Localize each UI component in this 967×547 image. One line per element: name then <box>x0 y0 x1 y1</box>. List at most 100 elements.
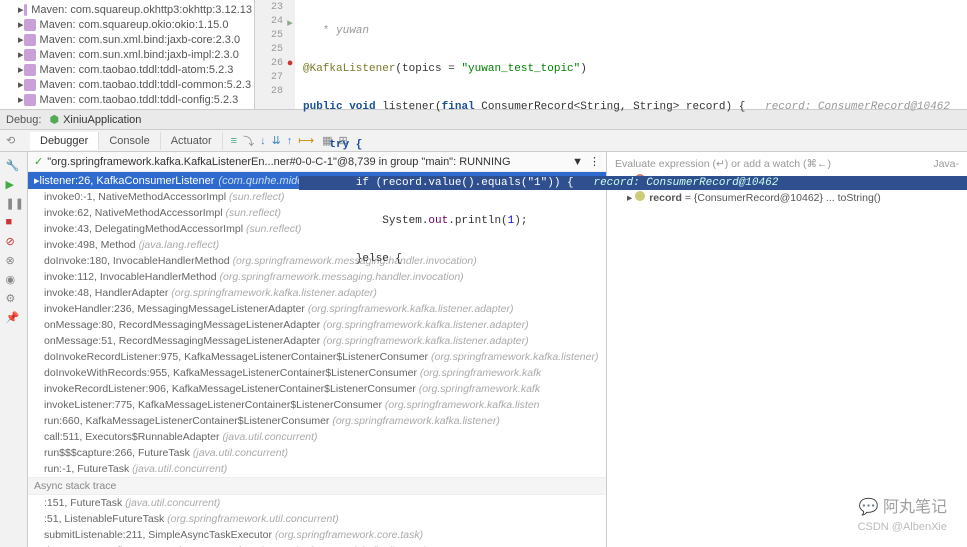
frame-method: doInvokeRecordListener:975, KafkaMessage… <box>44 351 428 363</box>
lib-icon <box>24 49 36 61</box>
mute-breakpoints-icon[interactable]: ⊗ <box>6 254 22 270</box>
line-number: 27 <box>255 72 283 83</box>
stack-frame[interactable]: run:-1, FutureTask (java.util.concurrent… <box>28 461 606 477</box>
frame-package: (sun.reflect) <box>246 223 301 235</box>
stack-frame[interactable]: doInvokeRecordListener:975, KafkaMessage… <box>28 349 606 365</box>
tree-label: Maven: com.squareup.okio:okio:1.15.0 <box>40 19 229 31</box>
frame-method: run$$$capture:266, FutureTask <box>44 447 190 459</box>
watermark: 💬 阿丸笔记 <box>859 493 947 517</box>
stack-frame[interactable]: doStart:252, KafkaMessageListenerContain… <box>28 543 606 547</box>
tree-label: Maven: com.taobao.tddl:tddl-atom:5.2.3 <box>40 64 234 76</box>
stack-frame[interactable]: onMessage:51, RecordMessagingMessageList… <box>28 333 606 349</box>
restore-icon[interactable]: ⟲ <box>6 134 15 147</box>
frame-package: (org.springframework.util.concurrent) <box>167 513 339 525</box>
tree-label: Maven: com.sun.xml.bind:jaxb-impl:2.3.0 <box>40 49 239 61</box>
chevron-right-icon: ▸ <box>18 33 24 46</box>
stop-icon[interactable]: ■ <box>6 216 22 232</box>
frame-package: (org.springframework.kafka.listener) <box>332 415 499 427</box>
frame-package: (org.springframework.kafk <box>419 383 540 395</box>
lib-icon <box>24 34 36 46</box>
watermark-author: CSDN @AlbenXie <box>858 521 947 533</box>
chevron-right-icon: ▸ <box>18 18 24 31</box>
code-hint: record: ConsumerRecord@10462 <box>593 177 778 189</box>
gutter: 23 24 ▸ 25 25 26 ● 27 28 <box>255 0 295 109</box>
step-out-icon[interactable]: ↑ <box>287 135 293 147</box>
lib-icon <box>24 19 36 31</box>
stack-frame[interactable]: :151, FutureTask (java.util.concurrent) <box>28 495 606 511</box>
threads-icon[interactable]: ≡ <box>231 135 237 147</box>
frame-package: (org.springframework.kafk <box>420 367 541 379</box>
frame-package: (org.springframework.kafka.listener.adap… <box>323 335 529 347</box>
code-area[interactable]: * yuwan @KafkaListener(topics = "yuwan_t… <box>299 0 967 290</box>
frame-package: (java.lang.reflect) <box>139 239 220 251</box>
line-number: 25 <box>255 44 283 55</box>
code-hint: record: ConsumerRecord@10462 <box>765 101 950 113</box>
code-text: try { <box>329 139 362 151</box>
frame-method: :151, FutureTask <box>44 497 122 509</box>
tab-debugger[interactable]: Debugger <box>30 132 99 150</box>
stack-frame[interactable]: run$$$capture:266, FutureTask (java.util… <box>28 445 606 461</box>
frame-method: onMessage:51, RecordMessagingMessageList… <box>44 335 320 347</box>
step-into-icon[interactable]: ↓ <box>260 135 266 147</box>
stack-frame[interactable]: invokeHandler:236, MessagingMessageListe… <box>28 301 606 317</box>
project-tree[interactable]: ▸Maven: com.squareup.okhttp3:okhttp:3.12… <box>0 0 255 109</box>
frame-method: invoke:498, Method <box>44 239 136 251</box>
line-number: 25 <box>255 30 283 41</box>
tree-label: Maven: com.taobao.tddl:tddl-common:5.2.3 <box>40 79 252 91</box>
frame-package: (java.util.concurrent) <box>222 431 317 443</box>
line-number: 26 <box>255 58 283 69</box>
lib-icon <box>24 4 28 16</box>
check-icon: ✓ <box>34 155 43 168</box>
stack-frame[interactable]: call:511, Executors$RunnableAdapter (jav… <box>28 429 606 445</box>
tree-item[interactable]: ▸Maven: com.taobao.tddl:tddl-config:5.2.… <box>0 92 254 107</box>
wrench-icon[interactable]: 🔧 <box>6 159 22 175</box>
tree-item[interactable]: ▸ Maven: com.squareup.okio:okio:1.15.0 <box>0 17 254 32</box>
frame-method: call:511, Executors$RunnableAdapter <box>44 431 220 443</box>
tree-item[interactable]: ▸Maven: com.taobao.tddl:tddl-atom:5.2.3 <box>0 62 254 77</box>
line-number: 23 <box>255 2 283 13</box>
pause-icon[interactable]: ❚❚ <box>6 197 22 213</box>
stack-frame[interactable]: run:660, KafkaMessageListenerContainer$L… <box>28 413 606 429</box>
chevron-right-icon: ▸ <box>18 78 24 91</box>
async-separator: Async stack trace <box>28 477 606 495</box>
execution-line: if (record.value().equals("1")) { record… <box>299 176 967 190</box>
stack-frame[interactable]: doInvokeWithRecords:955, KafkaMessageLis… <box>28 365 606 381</box>
tree-item[interactable]: ▸Maven: com.squareup.okhttp3:okhttp:3.12… <box>0 2 254 17</box>
step-over-icon[interactable]: ⤵ <box>243 133 254 149</box>
frame-package: (java.util.concurrent) <box>193 447 288 459</box>
frame-method: doInvokeWithRecords:955, KafkaMessageLis… <box>44 367 417 379</box>
line-number: 28 <box>255 86 283 97</box>
frame-package: (java.util.concurrent) <box>125 497 220 509</box>
debug-left-gutter: 🔧 ▶ ❚❚ ■ ⊘ ⊗ ◉ ⚙ 📌 <box>0 152 28 547</box>
frame-method: invoke:43, DelegatingMethodAccessorImpl <box>44 223 243 235</box>
camera-icon[interactable]: ◉ <box>6 273 22 289</box>
frame-method: invoke0:-1, NativeMethodAccessorImpl <box>44 191 226 203</box>
stack-frame[interactable]: invokeListener:775, KafkaMessageListener… <box>28 397 606 413</box>
tree-item[interactable]: ▸Maven: com.sun.xml.bind:jaxb-core:2.3.0 <box>0 32 254 47</box>
chevron-right-icon: ▸ <box>18 93 24 106</box>
stack-frame[interactable]: :51, ListenableFutureTask (org.springfra… <box>28 511 606 527</box>
frame-package: (org.springframework.core.task) <box>275 529 423 541</box>
tab-console[interactable]: Console <box>99 132 160 150</box>
pin-icon[interactable]: 📌 <box>6 311 22 327</box>
debug-label: Debug: <box>6 114 41 126</box>
gutter-icon[interactable]: ▸ <box>285 16 295 30</box>
code-editor[interactable]: 23 24 ▸ 25 25 26 ● 27 28 * yuwan @KafkaL… <box>255 0 967 109</box>
tree-item[interactable]: ▸ Maven: com.taobao.tddl:tddl-common:5.2.… <box>0 77 254 92</box>
app-name[interactable]: XiniuApplication <box>63 114 141 126</box>
stack-frame[interactable]: invokeRecordListener:906, KafkaMessageLi… <box>28 381 606 397</box>
line-number: 24 <box>255 16 283 27</box>
frame-method: invokeRecordListener:906, KafkaMessageLi… <box>44 383 416 395</box>
stack-frame[interactable]: submitListenable:211, SimpleAsyncTaskExe… <box>28 527 606 543</box>
resume-icon[interactable]: ▶ <box>6 178 22 194</box>
lib-icon <box>24 79 36 91</box>
tab-actuator[interactable]: Actuator <box>161 132 223 150</box>
settings-icon[interactable]: ⚙ <box>6 292 22 308</box>
force-step-into-icon[interactable]: ⇊ <box>272 134 281 147</box>
breakpoint-icon[interactable]: ● <box>285 58 295 70</box>
code-text: yuwan <box>336 25 369 37</box>
stack-frame[interactable]: onMessage:80, RecordMessagingMessageList… <box>28 317 606 333</box>
breakpoints-icon[interactable]: ⊘ <box>6 235 22 251</box>
lib-icon <box>24 94 36 106</box>
tree-item[interactable]: ▸Maven: com.sun.xml.bind:jaxb-impl:2.3.0 <box>0 47 254 62</box>
